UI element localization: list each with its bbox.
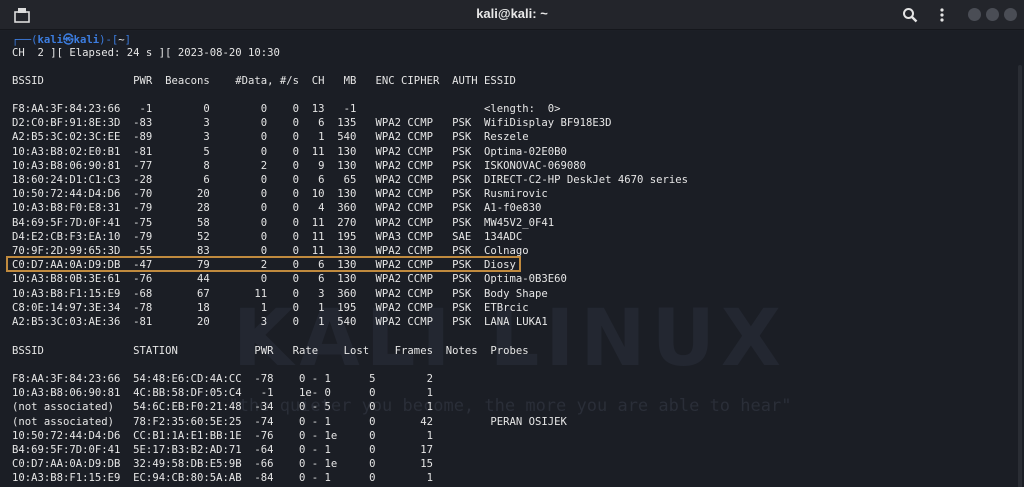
ap-row: F8:AA:3F:84:23:66 -1 0 0 0 13 -1 <length… [12, 103, 561, 115]
close-icon[interactable] [1004, 8, 1017, 21]
ap-row: 18:60:24:D1:C1:C3 -28 6 0 0 6 65 WPA2 CC… [12, 174, 689, 186]
station-row: (not associated) 54:6C:EB:F0:21:48 -34 0… [12, 401, 433, 414]
station-row: C0:D7:AA:0A:D9:DB 32:49:58:DB:E5:9B -66 … [12, 458, 433, 471]
station-table-header: BSSID STATION PWR Rate Lost Frames Notes… [12, 345, 529, 357]
ap-row: 10:A3:B8:0B:3E:61 -76 44 0 0 6 130 WPA2 … [12, 273, 567, 286]
status-line: CH 2 ][ Elapsed: 24 s ][ 2023-08-20 10:3… [12, 47, 280, 59]
station-row: F8:AA:3F:84:23:66 54:48:E6:CD:4A:CC -78 … [12, 373, 433, 385]
ap-row: B4:69:5F:7D:0F:41 -75 58 0 0 11 270 WPA2… [12, 216, 555, 229]
ap-row: C8:0E:14:97:3E:34 -78 18 1 0 1 195 WPA2 … [12, 301, 529, 314]
station-row: 10:50:72:44:D4:D6 CC:B1:1A:E1:BB:1E -76 … [12, 429, 433, 442]
ap-row: 10:50:72:44:D4:D6 -70 20 0 0 10 130 WPA2… [12, 188, 548, 201]
scrollbar[interactable] [1018, 65, 1022, 487]
prompt-line: ┌──(kali㉿kali)-[~] [12, 34, 132, 46]
station-row: 10:A3:B8:F1:15:E9 EC:94:CB:80:5A:AB -84 … [12, 472, 433, 485]
ap-row: A2:B5:3C:03:AE:36 -81 20 3 0 1 540 WPA2 … [12, 316, 548, 328]
station-row: B4:69:5F:7D:0F:41 5E:17:B3:B2:AD:71 -64 … [12, 444, 433, 456]
ap-row: 10:A3:B8:02:E0:B1 -81 5 0 0 11 130 WPA2 … [12, 145, 567, 158]
ap-row: 10:A3:B8:06:90:81 -77 8 2 0 9 130 WPA2 C… [12, 159, 587, 172]
highlighted-row-box [6, 256, 521, 272]
ap-row: 10:A3:B8:F1:15:E9 -68 67 11 0 3 360 WPA2… [12, 287, 548, 300]
window-title: kali@kali: ~ [476, 6, 548, 21]
terminal-area[interactable]: KALI LINUX "the quieter you become, the … [0, 31, 1024, 487]
ap-row: D2:C0:BF:91:8E:3D -83 3 0 0 6 135 WPA2 C… [12, 117, 612, 130]
search-icon[interactable] [902, 7, 918, 23]
ap-row: D4:E2:CB:F3:EA:10 -79 52 0 0 11 195 WPA3… [12, 230, 523, 243]
station-row: (not associated) 78:F2:35:60:5E:25 -74 0… [12, 415, 567, 428]
maximize-icon[interactable] [986, 8, 999, 21]
minimize-icon[interactable] [968, 8, 981, 21]
station-row: 10:A3:B8:06:90:81 4C:BB:58:DF:05:C4 -1 1… [12, 387, 433, 400]
window-titlebar: kali@kali: ~ [0, 0, 1024, 30]
ap-table-header: BSSID PWR Beacons #Data, #/s CH MB ENC C… [12, 75, 516, 87]
ap-row: 10:A3:B8:F0:E8:31 -79 28 0 0 4 360 WPA2 … [12, 202, 542, 215]
kebab-menu-icon[interactable] [934, 7, 950, 23]
ap-row: A2:B5:3C:02:3C:EE -89 3 0 0 1 540 WPA2 C… [12, 131, 529, 144]
